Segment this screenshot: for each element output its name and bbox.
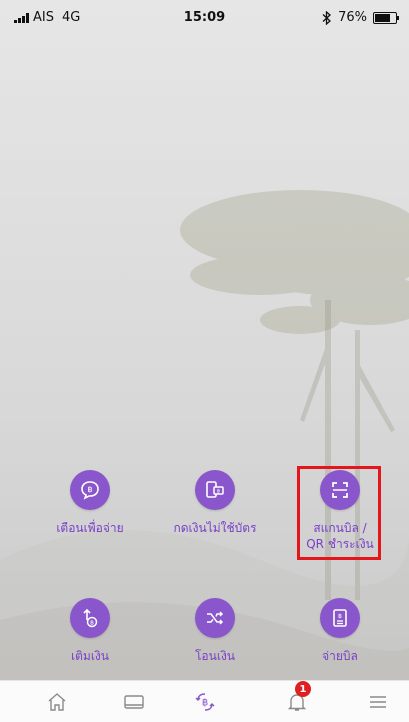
svg-text:฿: ฿ — [202, 698, 208, 709]
highlight-box — [297, 466, 381, 560]
baht-reminder-icon: ฿ — [70, 470, 110, 510]
topup-icon: ฿ — [70, 598, 110, 638]
tab-menu[interactable] — [358, 689, 398, 715]
topup-label: เติมเงิน — [71, 649, 109, 663]
svg-text:฿: ฿ — [338, 613, 342, 620]
status-bar: AIS 4G 15:09 76% — [0, 0, 409, 36]
pay-bill-icon: ฿ — [320, 598, 360, 638]
cardless-withdraw-button[interactable]: ฿ กดเงินไม่ใช้บัตร — [155, 470, 275, 536]
notification-badge: 1 — [295, 681, 311, 697]
pay-bill-label: จ่ายบิล — [322, 649, 358, 663]
svg-text:฿: ฿ — [217, 489, 220, 495]
home-icon — [48, 693, 66, 711]
background-image — [0, 0, 409, 680]
menu-icon — [370, 696, 386, 708]
baht-exchange-icon: ฿ — [195, 693, 215, 711]
bluetooth-icon — [322, 10, 332, 25]
remind-to-pay-label: เตือนเพื่อจ่าย — [56, 521, 124, 535]
transfer-button[interactable]: โอนเงิน — [155, 598, 275, 664]
device-status: 76% — [322, 10, 399, 25]
svg-text:฿: ฿ — [90, 620, 94, 627]
tab-wallet[interactable] — [114, 689, 154, 715]
battery-percent: 76% — [338, 10, 367, 25]
svg-text:฿: ฿ — [87, 485, 92, 494]
tab-baht-exchange[interactable]: ฿ — [185, 689, 225, 715]
remind-to-pay-button[interactable]: ฿ เตือนเพื่อจ่าย — [30, 470, 150, 536]
tree-landscape-illustration — [0, 190, 409, 680]
bottom-tab-bar: ฿ 1 — [0, 680, 409, 722]
topup-button[interactable]: ฿ เติมเงิน — [30, 598, 150, 664]
tab-notifications[interactable]: 1 — [277, 681, 317, 715]
pay-bill-button[interactable]: ฿ จ่ายบิล — [280, 598, 400, 664]
cardless-withdraw-label: กดเงินไม่ใช้บัตร — [173, 521, 257, 535]
battery-icon — [373, 11, 399, 24]
transfer-icon — [195, 598, 235, 638]
wallet-icon — [124, 695, 144, 709]
cardless-withdraw-icon: ฿ — [195, 470, 235, 510]
transfer-label: โอนเงิน — [194, 649, 236, 663]
tab-home[interactable] — [37, 689, 77, 715]
